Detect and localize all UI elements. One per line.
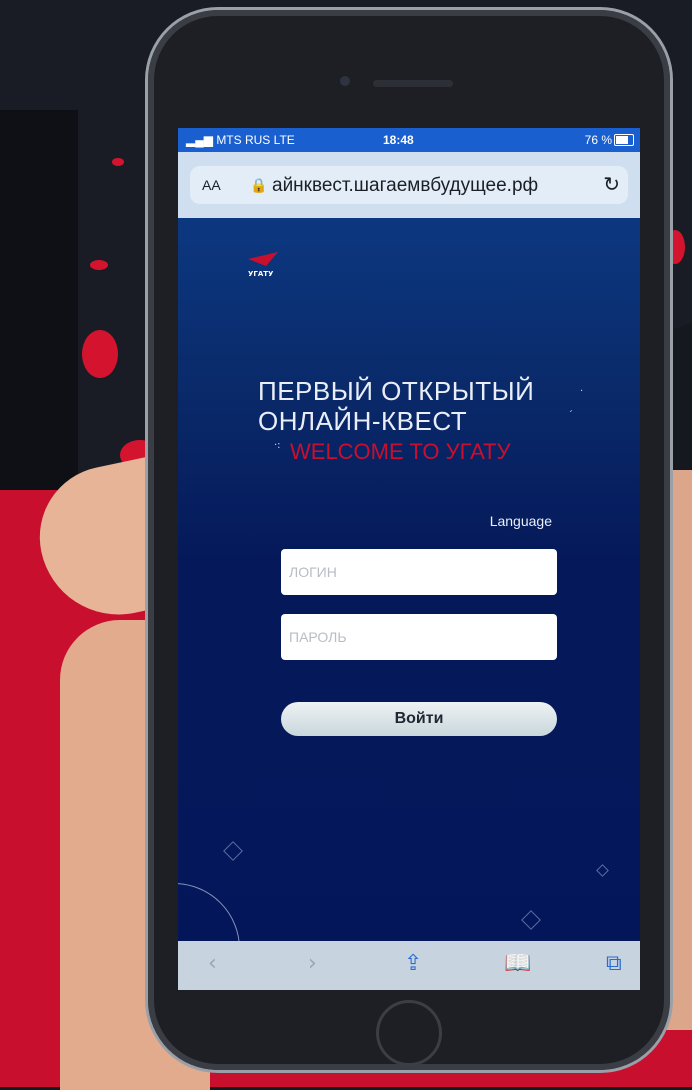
page-title-line-2: ОНЛАЙН-КВЕСТ xyxy=(258,406,468,436)
reader-settings-button[interactable]: AA xyxy=(202,177,221,193)
network-type: LTE xyxy=(273,133,295,147)
ugatu-logo: УГАТУ xyxy=(244,246,284,282)
forward-icon[interactable]: › xyxy=(308,951,317,976)
logo-text: УГАТУ xyxy=(248,270,274,278)
password-input[interactable] xyxy=(281,614,557,660)
phone-device: ▂▄▆ MTS RUS LTE 18:48 76 % AA 🔒 айнквест… xyxy=(148,10,670,1070)
status-bar: ▂▄▆ MTS RUS LTE 18:48 76 % xyxy=(178,128,640,152)
sparkle-icon: ˊ xyxy=(568,410,573,421)
tabs-icon[interactable]: ⧉ xyxy=(606,951,622,976)
carrier-info: ▂▄▆ MTS RUS LTE xyxy=(186,133,295,147)
browser-toolbar: ‹ › ⇪ 📖 ⧉ xyxy=(178,941,640,990)
front-camera xyxy=(340,76,350,86)
sparkle-icon: ·: xyxy=(274,440,281,451)
red-splat xyxy=(82,330,118,378)
reload-icon[interactable]: ↻ xyxy=(603,172,620,197)
back-icon[interactable]: ‹ xyxy=(208,951,217,976)
url-field[interactable]: AA 🔒 айнквест.шагаемвбудущее.рф ↻ xyxy=(190,166,628,204)
carrier-name: MTS RUS xyxy=(216,133,271,147)
home-button[interactable] xyxy=(376,1000,442,1066)
logo-mark xyxy=(248,252,278,266)
page-title-line-1: ПЕРВЫЙ ОТКРЫТЫЙ xyxy=(258,376,535,406)
browser-address-bar: AA 🔒 айнквест.шагаемвбудущее.рф ↻ xyxy=(178,152,640,218)
decorative-diamond xyxy=(223,841,243,861)
welcome-heading: WELCOME TO УГАТУ xyxy=(290,439,511,464)
red-splat xyxy=(112,158,124,166)
bookmarks-icon[interactable]: 📖 xyxy=(504,951,531,976)
login-button[interactable]: Войти xyxy=(281,702,557,736)
battery-icon xyxy=(614,134,634,146)
phone-screen: ▂▄▆ MTS RUS LTE 18:48 76 % AA 🔒 айнквест… xyxy=(178,128,640,990)
decorative-diamond xyxy=(521,910,541,930)
share-icon[interactable]: ⇪ xyxy=(404,951,422,976)
language-selector[interactable]: Language xyxy=(490,513,552,529)
decorative-diamond xyxy=(596,864,609,877)
url-text: айнквест.шагаемвбудущее.рф xyxy=(272,175,539,196)
login-input[interactable] xyxy=(281,549,557,595)
red-splat xyxy=(90,260,108,270)
status-time: 18:48 xyxy=(383,133,414,147)
sparkle-icon: · xyxy=(580,386,584,397)
earpiece-speaker xyxy=(373,80,453,87)
signal-icon: ▂▄▆ xyxy=(186,133,213,147)
background-dark-block xyxy=(0,110,78,490)
lock-icon: 🔒 xyxy=(250,177,268,193)
battery-percent: 76 % xyxy=(584,133,612,147)
